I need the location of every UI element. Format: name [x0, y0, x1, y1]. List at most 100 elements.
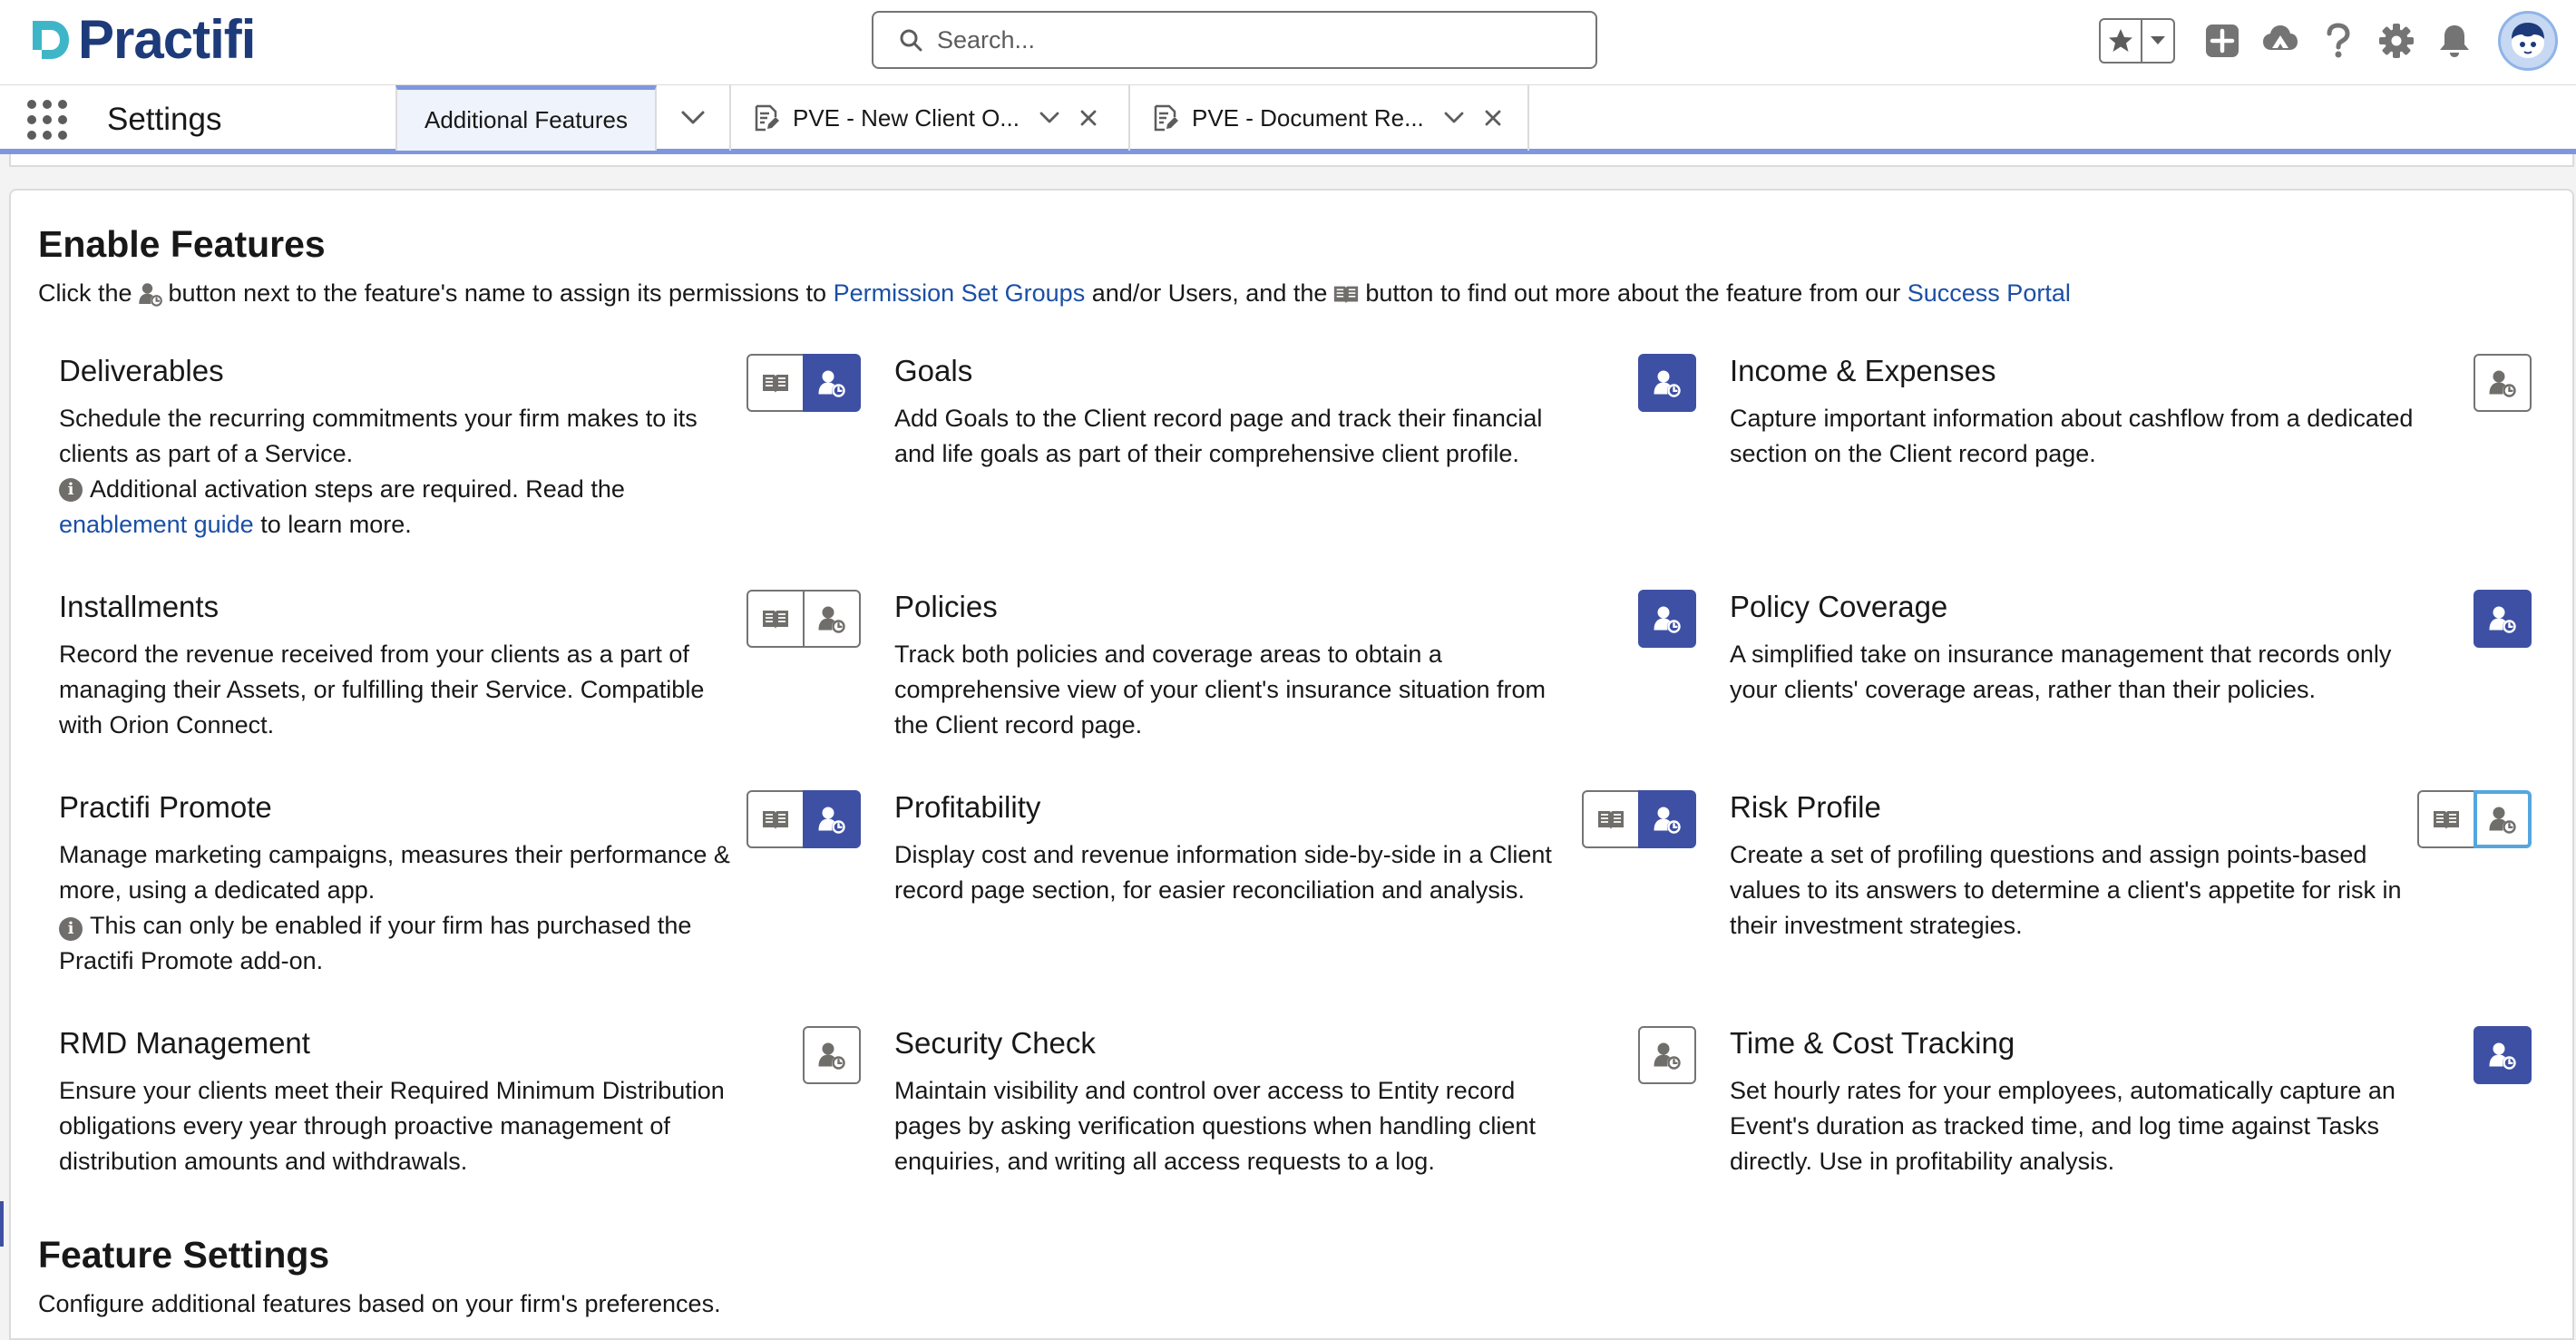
tab-additional-features-menu-button[interactable]	[657, 85, 731, 151]
feature-button-group	[1638, 590, 1696, 648]
feature-title: Goals	[894, 354, 973, 387]
feature-description: Create a set of profiling questions and …	[1730, 841, 2402, 939]
help-icon	[2327, 23, 2350, 58]
header-utility-icons	[2099, 11, 2558, 71]
info-icon: i	[59, 916, 83, 941]
feature-title: Income & Expenses	[1730, 354, 1996, 387]
tab-label: PVE - Document Re...	[1192, 103, 1424, 132]
chevron-down-icon[interactable]	[1039, 112, 1059, 124]
learn-more-button[interactable]	[746, 354, 805, 412]
feature-button-group	[2474, 1026, 2532, 1084]
feature-title: Profitability	[894, 790, 1041, 824]
search-icon	[900, 29, 922, 52]
assign-permissions-button[interactable]	[803, 590, 861, 648]
close-icon[interactable]	[1079, 109, 1098, 127]
record-icon	[1154, 104, 1178, 132]
feature-note-continued: enablement guide to learn more.	[59, 507, 748, 543]
feature-description: Maintain visibility and control over acc…	[894, 1077, 1536, 1175]
assign-permissions-button[interactable]	[2474, 590, 2532, 648]
feature-title: Practifi Promote	[59, 790, 272, 824]
record-icon	[755, 104, 779, 132]
feature-button-group	[746, 590, 861, 648]
feature-title: Risk Profile	[1730, 790, 1881, 824]
global-actions-button[interactable]	[2200, 19, 2244, 63]
permissions-icon	[2488, 1041, 2517, 1070]
feature-description: Ensure your clients meet their Required …	[59, 1077, 725, 1175]
permissions-icon	[817, 604, 846, 633]
favorites-list-button[interactable]	[2142, 20, 2173, 62]
feature-note-tail: to learn more.	[260, 511, 412, 538]
gear-icon	[2379, 24, 2414, 58]
assign-permissions-button[interactable]	[803, 790, 861, 848]
assign-permissions-button[interactable]	[1638, 590, 1696, 648]
success-portal-link[interactable]: Success Portal	[1908, 279, 2071, 308]
feature-title: Security Check	[894, 1026, 1096, 1060]
learn-more-button[interactable]	[1582, 790, 1640, 848]
assign-permissions-button[interactable]	[1638, 790, 1696, 848]
tab-pve-document-review[interactable]: PVE - Document Re...	[1130, 85, 1529, 151]
add-icon	[2206, 24, 2239, 57]
help-button[interactable]	[2317, 19, 2360, 63]
practifi-logo-icon	[33, 21, 69, 59]
info-icon: i	[59, 477, 83, 502]
book-icon	[761, 805, 790, 834]
book-icon	[1596, 805, 1625, 834]
enablement-guide-link[interactable]: enablement guide	[59, 511, 254, 538]
logo-text: Practifi	[78, 9, 256, 70]
tab-pve-new-client[interactable]: PVE - New Client O...	[731, 85, 1130, 151]
assign-permissions-button[interactable]	[2474, 354, 2532, 412]
chevron-down-icon[interactable]	[1444, 112, 1464, 124]
permissions-icon	[2488, 604, 2517, 633]
feature-title: Time & Cost Tracking	[1730, 1026, 2015, 1060]
assign-permissions-button[interactable]	[1638, 354, 1696, 412]
enable-features-title: Enable Features	[38, 223, 326, 265]
feature-button-group	[746, 790, 861, 848]
app-launcher-dot	[43, 115, 52, 124]
trailhead-icon	[2263, 25, 2298, 50]
feature-title: RMD Management	[59, 1026, 310, 1060]
permissions-icon	[1653, 805, 1682, 834]
permission-set-groups-link[interactable]: Permission Set Groups	[834, 279, 1086, 308]
assign-permissions-button[interactable]	[2474, 1026, 2532, 1084]
practifi-logo[interactable]: Practifi	[27, 9, 256, 70]
notifications-button[interactable]	[2433, 19, 2476, 63]
feature-button-group	[746, 354, 861, 412]
trailhead-button[interactable]	[2259, 19, 2302, 63]
feature-title: Policies	[894, 590, 998, 623]
app-launcher-dot	[58, 100, 67, 109]
favorites-button[interactable]	[2101, 20, 2142, 62]
close-icon[interactable]	[1484, 109, 1502, 127]
feature-description: Set hourly rates for your employees, aut…	[1730, 1077, 2395, 1175]
learn-more-button[interactable]	[746, 790, 805, 848]
book-icon	[2432, 805, 2461, 834]
learn-more-button[interactable]	[746, 590, 805, 648]
features-card: Enable Features Click the button next to…	[9, 189, 2574, 1340]
tab-label: PVE - New Client O...	[793, 103, 1020, 132]
learn-more-button[interactable]	[2417, 790, 2475, 848]
global-search-input[interactable]: Search...	[872, 11, 1597, 69]
app-launcher-button[interactable]	[27, 100, 67, 140]
favorites-button-group	[2099, 18, 2175, 64]
feature-description: Add Goals to the Client record page and …	[894, 405, 1543, 467]
feature-settings-description: Configure additional features based on y…	[38, 1290, 721, 1317]
book-icon	[761, 368, 790, 397]
star-icon	[2109, 29, 2132, 52]
permissions-icon	[2488, 368, 2517, 397]
permissions-icon	[1653, 604, 1682, 633]
tab-additional-features[interactable]: Additional Features	[395, 85, 657, 151]
assign-permissions-button[interactable]	[803, 354, 861, 412]
feature-description: Display cost and revenue information sid…	[894, 841, 1552, 904]
feature-description: Manage marketing campaigns, measures the…	[59, 837, 748, 979]
feature-description: A simplified take on insurance managemen…	[1730, 641, 2392, 703]
description-text: button to find out more about the featur…	[1365, 279, 1901, 307]
avatar-icon	[2512, 23, 2544, 58]
user-avatar[interactable]	[2498, 11, 2558, 71]
assign-permissions-button[interactable]	[1638, 1026, 1696, 1084]
feature-description: Schedule the recurring commitments your …	[59, 401, 748, 543]
app-launcher-dot	[27, 115, 36, 124]
setup-button[interactable]	[2375, 19, 2418, 63]
assign-permissions-button[interactable]	[2474, 790, 2532, 848]
book-icon	[1332, 280, 1360, 308]
app-launcher-dot	[27, 131, 36, 140]
assign-permissions-button[interactable]	[803, 1026, 861, 1084]
